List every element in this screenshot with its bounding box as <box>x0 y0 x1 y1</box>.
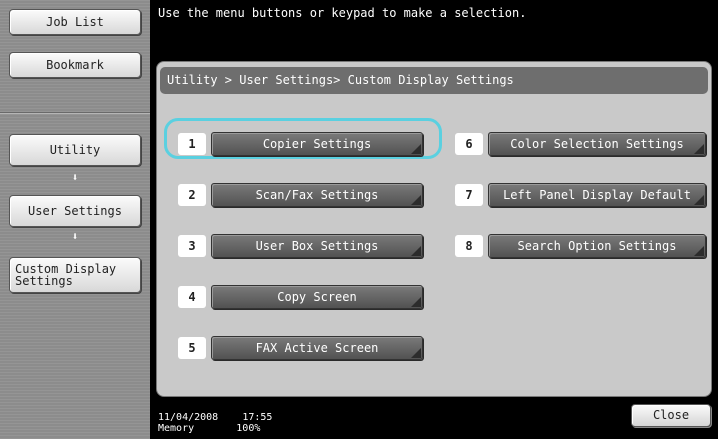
left-panel: Job List Bookmark Utility ⬇ User Setting… <box>0 0 150 439</box>
content-panel: Utility > User Settings> Custom Display … <box>156 61 712 397</box>
close-button[interactable]: Close <box>631 404 711 427</box>
color-selection-settings-button[interactable]: Color Selection Settings <box>488 132 706 156</box>
menu-number: 4 <box>178 286 206 308</box>
menu-item-4[interactable]: 4 Copy Screen <box>178 283 423 311</box>
date-text: 11/04/2008 <box>158 412 219 423</box>
memory-value: 100% <box>236 423 261 434</box>
menu-item-1[interactable]: 1 Copier Settings <box>178 130 423 158</box>
fax-active-screen-button[interactable]: FAX Active Screen <box>211 336 423 360</box>
memory-label: Memory <box>158 423 195 434</box>
menu-number: 8 <box>455 235 483 257</box>
nav-user-settings-button[interactable]: User Settings <box>9 195 141 227</box>
nav-custom-display-settings-button[interactable]: Custom Display Settings <box>9 257 141 293</box>
menu-number: 7 <box>455 184 483 206</box>
menu-number: 3 <box>178 235 206 257</box>
menu-number: 6 <box>455 133 483 155</box>
menu-item-2[interactable]: 2 Scan/Fax Settings <box>178 181 423 209</box>
user-box-settings-button[interactable]: User Box Settings <box>211 234 423 258</box>
search-option-settings-button[interactable]: Search Option Settings <box>488 234 706 258</box>
status-footer: 11/04/2008 17:55 Memory 100% Close <box>150 401 718 439</box>
menu-item-3[interactable]: 3 User Box Settings <box>178 232 423 260</box>
menu-number: 5 <box>178 337 206 359</box>
main-area: Utility > User Settings> Custom Display … <box>150 58 718 401</box>
copy-screen-button[interactable]: Copy Screen <box>211 285 423 309</box>
nav-utility-button[interactable]: Utility <box>9 134 141 166</box>
copier-settings-button[interactable]: Copier Settings <box>211 132 423 156</box>
down-arrow-icon: ⬇ <box>71 230 79 243</box>
menu-item-7[interactable]: 7 Left Panel Display Default <box>455 181 706 209</box>
down-arrow-icon: ⬇ <box>71 171 79 184</box>
breadcrumb: Utility > User Settings> Custom Display … <box>160 67 708 94</box>
left-divider <box>0 112 150 114</box>
instruction-message: Use the menu buttons or keypad to make a… <box>150 0 718 58</box>
scan-fax-settings-button[interactable]: Scan/Fax Settings <box>211 183 423 207</box>
bookmark-button[interactable]: Bookmark <box>9 52 141 78</box>
time-text: 17:55 <box>242 412 273 423</box>
menu-item-6[interactable]: 6 Color Selection Settings <box>455 130 706 158</box>
menu-item-5[interactable]: 5 FAX Active Screen <box>178 334 423 362</box>
menu-number: 2 <box>178 184 206 206</box>
menu-item-8[interactable]: 8 Search Option Settings <box>455 232 706 260</box>
left-panel-display-default-button[interactable]: Left Panel Display Default <box>488 183 706 207</box>
job-list-button[interactable]: Job List <box>9 9 141 35</box>
status-info: 11/04/2008 17:55 Memory 100% <box>158 412 272 434</box>
menu-number: 1 <box>178 133 206 155</box>
screen: Job List Bookmark Utility ⬇ User Setting… <box>0 0 718 439</box>
